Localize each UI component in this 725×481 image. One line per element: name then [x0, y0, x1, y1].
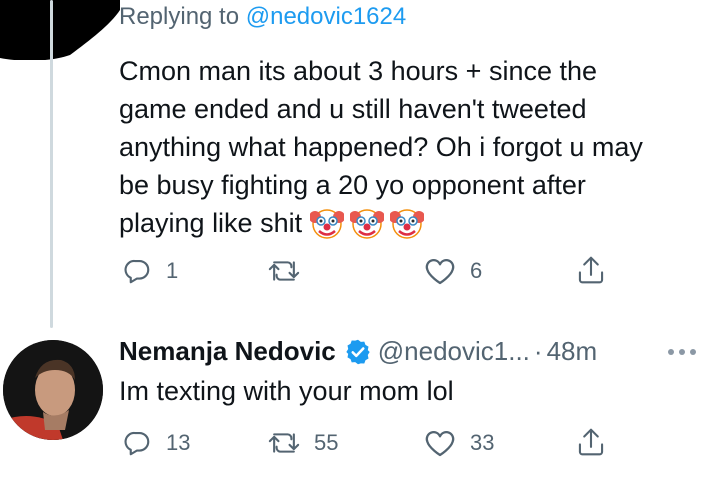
- share-action[interactable]: [576, 254, 606, 286]
- avatar[interactable]: [3, 340, 103, 440]
- share-action-2[interactable]: [576, 426, 606, 458]
- reply-count: 1: [166, 258, 179, 283]
- response-tweet-text: Im texting with your mom lol: [119, 376, 454, 406]
- reply-action[interactable]: 1: [122, 256, 178, 286]
- clown-face-icon: [350, 209, 385, 239]
- more-icon[interactable]: [668, 349, 696, 355]
- like-icon: [425, 431, 455, 457]
- reply-action-2[interactable]: 13: [122, 428, 190, 458]
- reply-icon: [124, 259, 150, 284]
- reply-tweet-body: Cmon man its about 3 hours + since the g…: [119, 52, 709, 242]
- retweet-icon: [268, 261, 300, 281]
- author-handle[interactable]: @nedovic1...: [378, 336, 530, 367]
- like-count-2: 33: [470, 430, 495, 455]
- retweet-icon: [268, 433, 300, 453]
- share-icon: [578, 256, 604, 284]
- replying-to-label: Replying to @nedovic1624: [119, 3, 406, 31]
- avatar-photo: [3, 340, 103, 440]
- clown-face-icon: [310, 209, 345, 239]
- separator-dot: ·: [533, 336, 543, 366]
- reply-icon: [124, 431, 150, 456]
- tweet-timestamp[interactable]: 48m: [547, 336, 598, 367]
- like-count: 6: [470, 258, 483, 283]
- response-tweet-header: Nemanja Nedovic @nedovic1... · 48m: [119, 336, 597, 367]
- thread-connector-line: [50, 0, 53, 328]
- author-name[interactable]: Nemanja Nedovic: [119, 336, 336, 367]
- retweet-action-2[interactable]: 55: [268, 428, 338, 458]
- retweet-action[interactable]: [268, 256, 314, 286]
- replying-handle-link[interactable]: @nedovic1624: [246, 3, 406, 30]
- like-icon: [425, 259, 455, 285]
- reply-count-2: 13: [166, 430, 191, 455]
- retweet-count-2: 55: [314, 430, 339, 455]
- verified-badge-icon: [346, 339, 370, 364]
- clown-face-icon: [390, 209, 425, 239]
- share-icon: [578, 428, 604, 456]
- replying-prefix: Replying to: [119, 3, 240, 30]
- like-action[interactable]: 6: [424, 256, 482, 286]
- redacted-avatar-scribble: [0, 0, 120, 60]
- clown-emoji-group: [310, 206, 425, 240]
- like-action-2[interactable]: 33: [424, 428, 494, 458]
